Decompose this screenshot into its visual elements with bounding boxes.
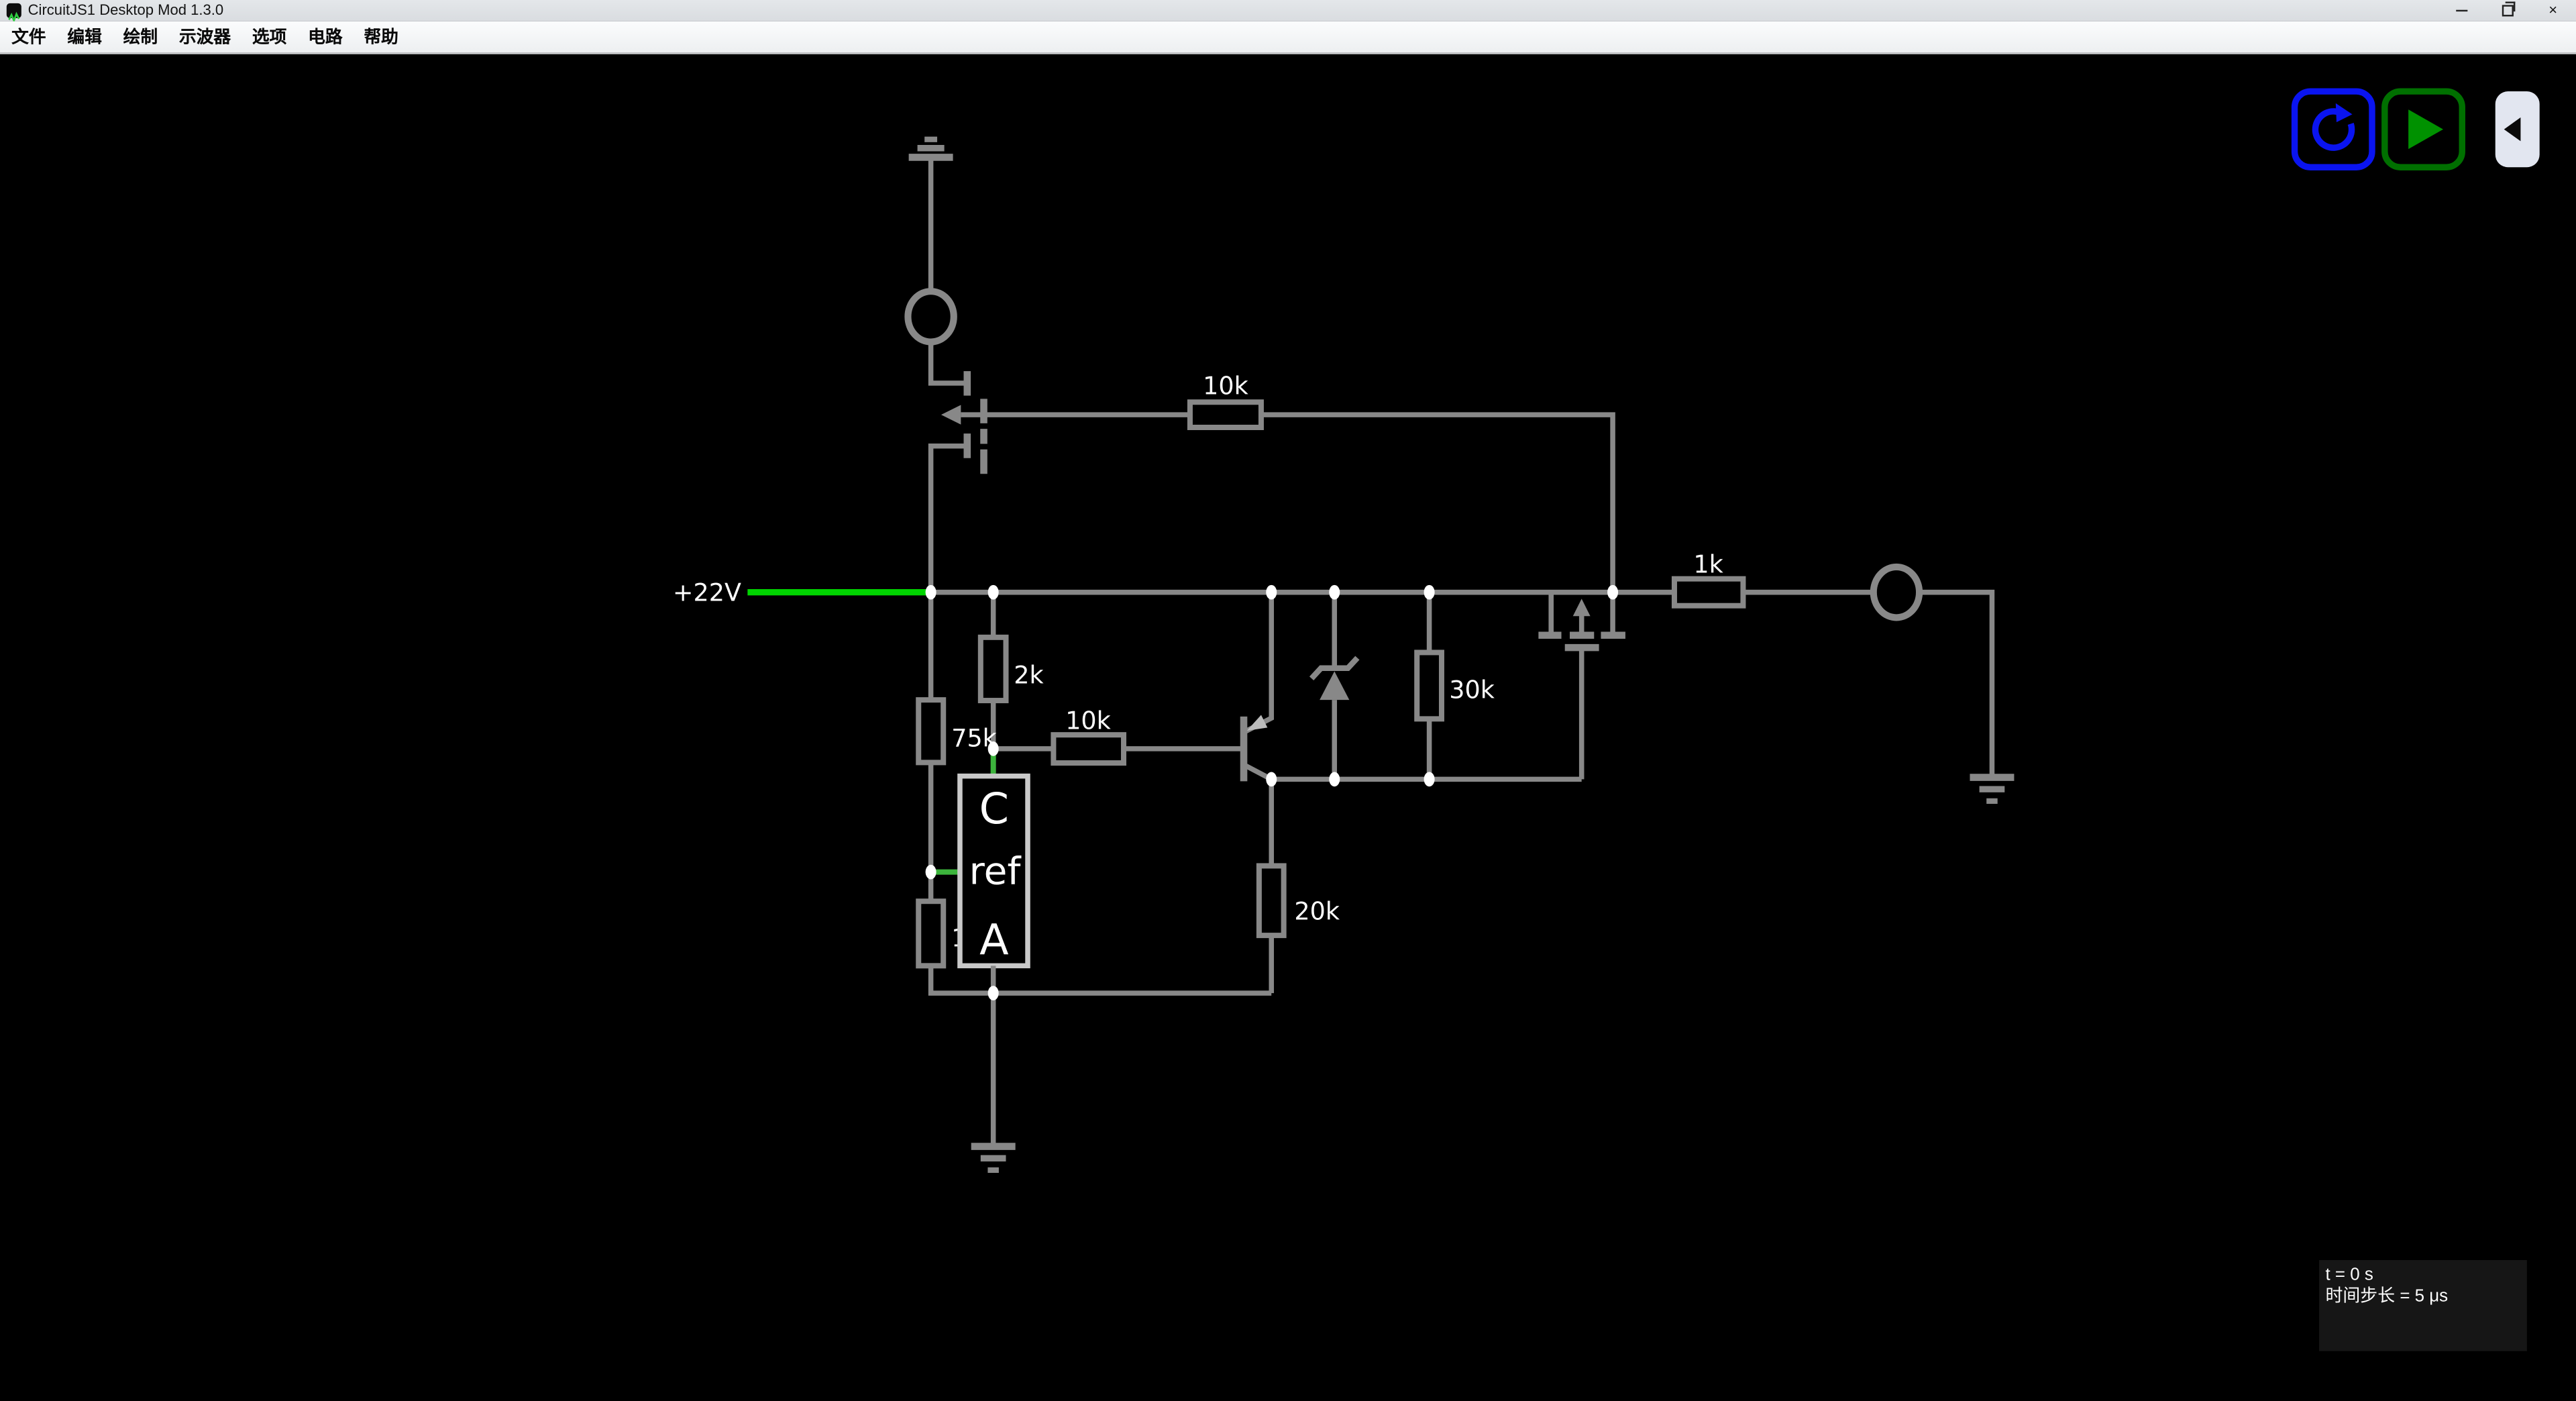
wire-to-ground-right[interactable] — [1919, 591, 1992, 776]
svg-text:20k: 20k — [1294, 896, 1340, 925]
play-button[interactable] — [2385, 91, 2462, 166]
svg-text:ref: ref — [969, 849, 1022, 892]
ammeter-top[interactable] — [908, 291, 953, 341]
wire-feedback-right[interactable] — [1261, 414, 1613, 635]
app-icon — [7, 3, 21, 18]
transistor-emitter — [1244, 591, 1271, 731]
status-timestep: 时间步长 = 5 μs — [2325, 1285, 2448, 1304]
resistor-1k[interactable]: 1k — [1674, 549, 1743, 605]
mosfet-left-drain-lead — [931, 446, 967, 592]
svg-text:C: C — [979, 783, 1009, 833]
ground-right[interactable] — [1970, 776, 2014, 800]
menubar: 文件 编辑 绘制 示波器 选项 电路 帮助 — [0, 21, 2576, 54]
close-icon: × — [2548, 0, 2557, 21]
menu-options[interactable]: 选项 — [252, 24, 286, 49]
close-button[interactable]: × — [2530, 0, 2576, 21]
mosfet-left-arrow — [941, 404, 961, 423]
svg-text:A: A — [979, 914, 1009, 964]
transistor-emitter-arrow — [1247, 714, 1268, 730]
minimize-icon — [2455, 9, 2467, 11]
window-title: CircuitJS1 Desktop Mod 1.3.0 — [28, 0, 224, 21]
menu-scope[interactable]: 示波器 — [179, 24, 231, 49]
svg-text:2k: 2k — [1014, 660, 1044, 688]
resistor-feedback-10k[interactable]: 10k — [1190, 370, 1261, 427]
resistor-2k[interactable]: 2k — [981, 637, 1044, 700]
circuit-drawing: 10k +22V 2k 10k 75k — [0, 54, 2576, 1401]
svg-text:10k: 10k — [1065, 705, 1111, 734]
resistor-30k[interactable]: 30k — [1417, 652, 1495, 718]
mosfet-right-arrow — [1573, 598, 1591, 615]
status-time: t = 0 s — [2325, 1264, 2373, 1283]
resistor-75k[interactable]: 75k — [918, 699, 997, 762]
ground-top[interactable] — [909, 139, 953, 157]
menu-draw[interactable]: 绘制 — [123, 24, 158, 49]
ground-bottom[interactable] — [971, 1145, 1016, 1169]
svg-text:10k: 10k — [1203, 370, 1248, 399]
minimize-button[interactable] — [2438, 0, 2484, 21]
menu-edit[interactable]: 编辑 — [67, 24, 101, 49]
menu-circuit[interactable]: 电路 — [308, 24, 342, 49]
circuit-canvas[interactable]: 10k +22V 2k 10k 75k — [0, 54, 2576, 1401]
menu-help[interactable]: 帮助 — [364, 24, 398, 49]
ammeter-output[interactable] — [1874, 566, 1919, 617]
resistor-20k[interactable]: 20k — [1259, 865, 1340, 935]
resistor-base-10k[interactable]: 10k — [1053, 705, 1124, 762]
menu-file[interactable]: 文件 — [11, 24, 46, 49]
reset-button[interactable] — [2295, 91, 2372, 166]
svg-text:1k: 1k — [1693, 549, 1723, 578]
label-supply[interactable]: +22V — [673, 577, 741, 606]
transistor-pnp[interactable] — [1244, 591, 1271, 780]
restore-button[interactable] — [2484, 0, 2530, 21]
titlebar: CircuitJS1 Desktop Mod 1.3.0 × — [0, 0, 2576, 21]
restore-icon — [2502, 5, 2513, 16]
zener-triangle — [1320, 670, 1349, 699]
mosfet-left-pchannel[interactable] — [931, 370, 984, 592]
waveform-icon — [9, 14, 19, 21]
tl431-regulator[interactable]: C ref A — [960, 775, 1028, 965]
svg-text:30k: 30k — [1449, 675, 1495, 704]
wire-ammeter-to-mosfet[interactable] — [931, 341, 967, 382]
sidebar-collapse-tab[interactable] — [2496, 91, 2540, 166]
wire-bottom-run[interactable] — [931, 965, 1272, 992]
app-window: 10k +22V 2k 10k 75k — [0, 0, 2576, 1401]
